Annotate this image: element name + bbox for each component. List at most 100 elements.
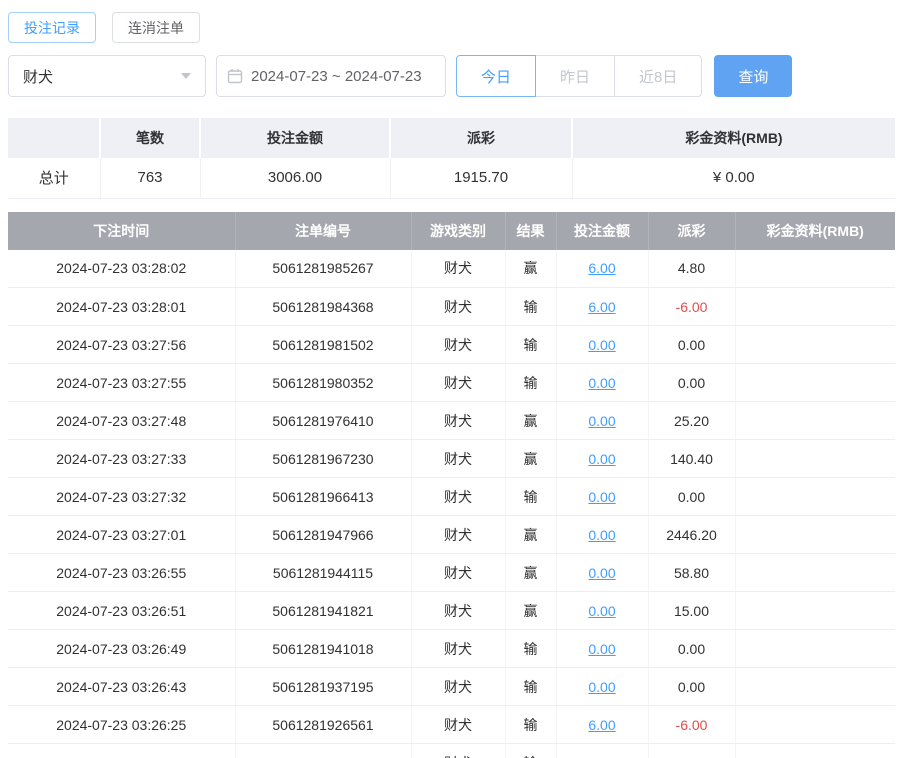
order-id-cell: 5061281984368 — [235, 287, 412, 326]
bet-amount-cell: 6.00 — [556, 743, 649, 758]
bet-amount-link[interactable]: 0.00 — [588, 489, 615, 505]
order-id-cell: 5061281966413 — [235, 477, 412, 516]
bet-time-value: 2024-07-23 03:27:01 — [56, 526, 187, 543]
table-row: 2024-07-23 03:27:56 5061281981502 财犬 输 0… — [8, 325, 895, 364]
bet-time-cell: 2024-07-23 03:27:32 — [8, 477, 236, 516]
result-value: 输 — [523, 678, 538, 695]
result-cell: 输 — [505, 629, 557, 668]
bet-amount-link[interactable]: 0.00 — [588, 679, 615, 695]
summary-header-bet-amount: 投注金额 — [200, 118, 391, 158]
bet-time-cell: 2024-07-23 03:28:02 — [8, 249, 236, 288]
summary-table: 笔数 投注金额 派彩 彩金资料(RMB) 总计 763 3006.00 1915… — [8, 118, 895, 199]
records-header-row: 下注时间 注单编号 游戏类别 结果 投注金额 派彩 彩金资料(RMB) — [8, 211, 895, 250]
result-value: 赢 — [523, 564, 538, 581]
game-select[interactable]: 财犬 — [8, 55, 206, 97]
order-id-cell: 5061281944115 — [235, 553, 412, 592]
payout-cell: 0.00 — [648, 477, 736, 516]
bet-time-value: 2024-07-23 03:26:43 — [56, 678, 187, 695]
bet-amount-cell: 6.00 — [556, 249, 649, 288]
bet-amount-cell: 6.00 — [556, 705, 649, 744]
quick-date-group: 今日 昨日 近8日 — [456, 55, 703, 97]
bet-amount-link[interactable]: 6.00 — [588, 299, 615, 315]
game-type-value: 财犬 — [444, 450, 472, 467]
order-id-value: 5061281967230 — [272, 450, 374, 467]
bet-time-value: 2024-07-23 03:27:55 — [56, 374, 187, 391]
last-8-days-button[interactable]: 近8日 — [614, 55, 703, 97]
payout-value: 4.80 — [677, 260, 706, 277]
bet-amount-link[interactable]: 0.00 — [588, 337, 615, 353]
result-cell: 输 — [505, 325, 557, 364]
table-row: 2024-07-23 03:27:33 5061281967230 财犬 赢 0… — [8, 439, 895, 478]
bet-amount-link[interactable]: 6.00 — [588, 755, 615, 758]
tab-cancelled-orders[interactable]: 连消注单 — [112, 12, 200, 43]
game-type-value: 财犬 — [444, 260, 472, 277]
payout-cell: 2446.20 — [648, 515, 736, 554]
payout-cell: -6.00 — [648, 287, 736, 326]
game-type-value: 财犬 — [444, 336, 472, 353]
game-type-cell: 财犬 — [411, 249, 506, 288]
records-table: 下注时间 注单编号 游戏类别 结果 投注金额 派彩 彩金资料(RMB) 2024… — [8, 211, 895, 758]
result-value: 输 — [523, 640, 538, 657]
table-row: 2024-07-23 03:27:55 5061281980352 财犬 输 0… — [8, 363, 895, 402]
result-value: 输 — [523, 716, 538, 733]
result-cell: 输 — [505, 363, 557, 402]
order-id-value: 5061281985267 — [272, 260, 374, 277]
tab-betting-records[interactable]: 投注记录 — [8, 12, 96, 43]
bet-amount-cell: 0.00 — [556, 363, 649, 402]
bet-time-cell: 2024-07-23 03:26:49 — [8, 629, 236, 668]
bet-amount-link[interactable]: 0.00 — [588, 451, 615, 467]
payout-cell: 58.80 — [648, 553, 736, 592]
game-type-cell: 财犬 — [411, 743, 506, 758]
payout-cell: 140.40 — [648, 439, 736, 478]
order-id-value: 5061281926561 — [272, 716, 374, 733]
betting-records-page: 投注记录 连消注单 财犬 2024-07-23 ~ 2024-07-23 今日 … — [0, 0, 903, 758]
game-type-value: 财犬 — [444, 678, 472, 695]
table-row: 2024-07-23 03:26:51 5061281941821 财犬 赢 0… — [8, 591, 895, 630]
summary-header-blank — [8, 118, 101, 158]
bet-time-cell: 2024-07-23 03:27:56 — [8, 325, 236, 364]
bet-amount-link[interactable]: 0.00 — [588, 565, 615, 581]
order-id-value: 5061281925717 — [272, 755, 373, 758]
summary-total-row: 总计 763 3006.00 1915.70 ¥ 0.00 — [8, 158, 895, 199]
bet-amount-link[interactable]: 6.00 — [588, 717, 615, 733]
bet-time-value: 2024-07-23 03:28:02 — [56, 260, 187, 277]
payout-value: 0.00 — [677, 374, 706, 391]
header-result: 结果 — [505, 211, 557, 250]
bet-time-value: 2024-07-23 03:27:56 — [56, 336, 187, 353]
result-cell: 赢 — [505, 401, 557, 440]
bet-amount-link[interactable]: 6.00 — [588, 260, 615, 276]
game-type-value: 财犬 — [444, 640, 472, 657]
bet-time-cell: 2024-07-23 03:26:25 — [8, 705, 236, 744]
bet-amount-link[interactable]: 0.00 — [588, 641, 615, 657]
order-id-cell: 5061281926561 — [235, 705, 412, 744]
summary-total-label: 总计 — [8, 158, 101, 199]
result-value: 赢 — [523, 602, 538, 619]
result-value: 输 — [523, 336, 538, 353]
query-button[interactable]: 查询 — [714, 55, 793, 97]
payout-value: 25.20 — [673, 412, 710, 429]
bonus-cell — [735, 515, 895, 554]
yesterday-button[interactable]: 昨日 — [535, 55, 616, 97]
payout-value: 2446.20 — [666, 526, 717, 543]
bet-amount-link[interactable]: 0.00 — [588, 375, 615, 391]
bet-amount-cell: 0.00 — [556, 477, 649, 516]
result-cell: 输 — [505, 287, 557, 326]
bonus-cell — [735, 401, 895, 440]
header-game-type: 游戏类别 — [411, 211, 506, 250]
game-type-value: 财犬 — [444, 374, 472, 391]
order-id-cell: 5061281976410 — [235, 401, 412, 440]
order-id-value: 5061281947966 — [272, 526, 374, 543]
header-bonus: 彩金资料(RMB) — [735, 211, 895, 250]
game-type-value: 财犬 — [444, 488, 472, 505]
bet-amount-link[interactable]: 0.00 — [588, 413, 615, 429]
bet-amount-link[interactable]: 0.00 — [588, 527, 615, 543]
bet-time-cell: 2024-07-23 03:27:48 — [8, 401, 236, 440]
bonus-cell — [735, 705, 895, 744]
bonus-cell — [735, 629, 895, 668]
bet-amount-link[interactable]: 0.00 — [588, 603, 615, 619]
today-button[interactable]: 今日 — [456, 55, 537, 97]
bet-amount-cell: 6.00 — [556, 287, 649, 326]
date-range-picker[interactable]: 2024-07-23 ~ 2024-07-23 — [216, 55, 446, 97]
order-id-value: 5061281966413 — [272, 488, 374, 505]
payout-cell: 0.00 — [648, 667, 736, 706]
